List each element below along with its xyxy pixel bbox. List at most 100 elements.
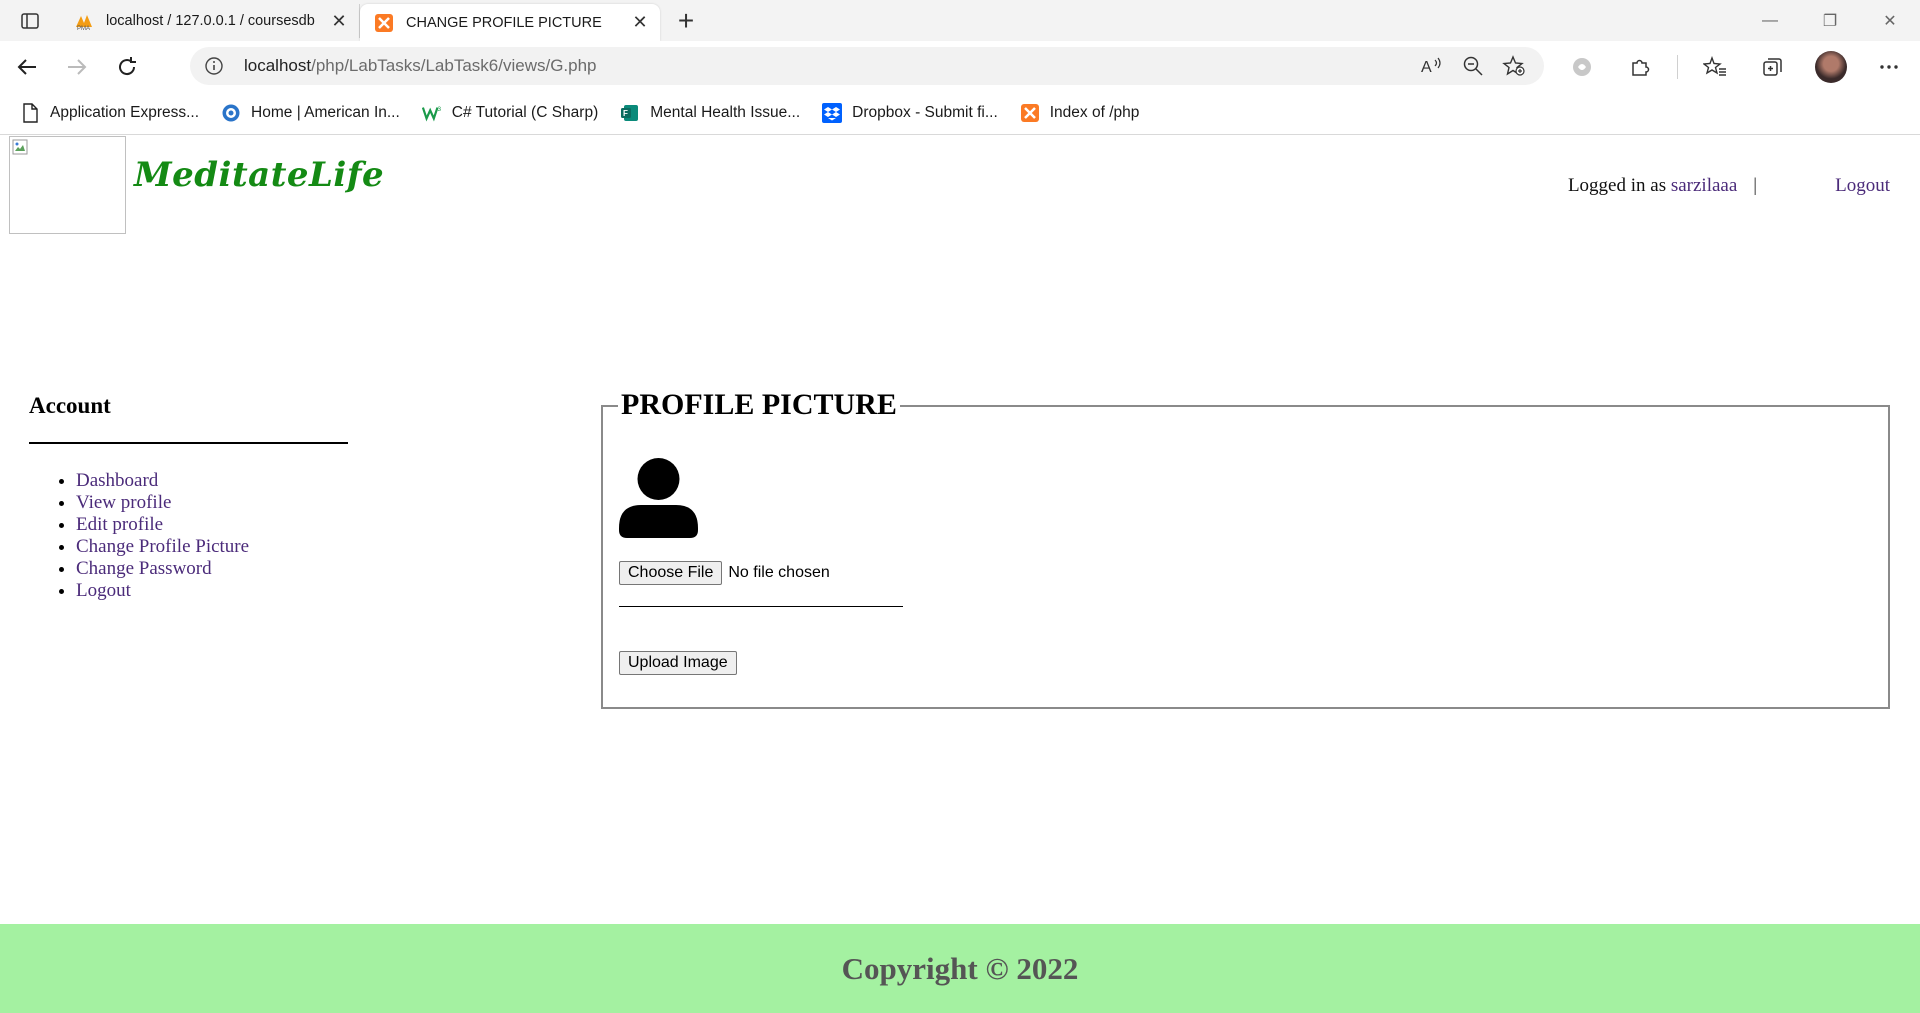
url-text: localhost/php/LabTasks/LabTask6/views/G.… (244, 56, 597, 76)
sidebar-menu: Dashboard View profile Edit profile Chan… (29, 470, 348, 602)
favorites-icon (1703, 55, 1726, 76)
forms-icon: F (620, 103, 640, 123)
header-logout-link[interactable]: Logout (1835, 175, 1890, 197)
browser-toolbar (1561, 41, 1910, 92)
username-link[interactable]: sarzilaaa (1671, 175, 1737, 197)
sidebar-item-change-password: Change Password (76, 558, 348, 580)
settings-more-button[interactable] (1868, 47, 1910, 87)
tab-actions-icon (21, 12, 39, 29)
sidebar-item-view-profile: View profile (76, 492, 348, 514)
window-controls: — ❐ ✕ (1740, 0, 1920, 41)
url-host: localhost (244, 56, 312, 75)
new-tab-button[interactable]: + (666, 3, 706, 39)
tab-actions-button[interactable] (0, 0, 60, 41)
choose-file-button[interactable]: Choose File (619, 561, 723, 585)
browser-tab-bar: PMA localhost / 127.0.0.1 / coursesdb ✕ … (0, 0, 1920, 41)
user-avatar-icon (619, 458, 698, 538)
close-icon[interactable]: ✕ (630, 12, 650, 33)
url-actions: A (1420, 47, 1526, 85)
svg-text:PMA: PMA (77, 26, 90, 31)
profile-button[interactable] (1810, 47, 1852, 87)
sidebar-link-change-password[interactable]: Change Password (76, 558, 212, 579)
logged-in-label: Logged in as (1567, 175, 1667, 196)
form-divider (619, 606, 903, 607)
site-info-icon[interactable] (190, 56, 238, 76)
bookmark-label: Mental Health Issue... (650, 104, 801, 121)
bookmark-item[interactable]: F Mental Health Issue... (620, 103, 800, 123)
bookmark-label: C# Tutorial (C Sharp) (451, 104, 599, 121)
bookmark-item[interactable]: 3 C# Tutorial (C Sharp) (421, 103, 599, 123)
svg-text:F: F (623, 109, 628, 118)
collections-icon (1763, 57, 1782, 76)
sidebar-link-logout[interactable]: Logout (76, 580, 131, 601)
address-bar-row: localhost/php/LabTasks/LabTask6/views/G.… (0, 41, 1920, 92)
sidebar-link-dashboard[interactable]: Dashboard (76, 470, 158, 491)
bookmark-label: Dropbox - Submit fi... (852, 104, 998, 121)
tab-title: CHANGE PROFILE PICTURE (406, 14, 602, 31)
account-sidebar: Account Dashboard View profile Edit prof… (29, 393, 348, 602)
back-arrow-icon (17, 58, 36, 75)
bookmark-item[interactable]: Application Express... (20, 103, 199, 123)
bookmark-item[interactable]: Home | American In... (221, 103, 400, 123)
sidebar-divider (29, 442, 348, 444)
url-field[interactable]: localhost/php/LabTasks/LabTask6/views/G.… (190, 47, 1544, 85)
sidebar-link-edit-profile[interactable]: Edit profile (76, 514, 163, 535)
sidebar-item-dashboard: Dashboard (76, 470, 348, 492)
more-icon (1880, 64, 1898, 69)
forward-button[interactable] (54, 47, 100, 87)
bookmark-label: Index of /php (1049, 104, 1140, 121)
read-aloud-icon[interactable]: A (1420, 55, 1444, 77)
xampp-icon (375, 13, 393, 32)
site-brand-title: MeditateLife (134, 155, 385, 195)
restore-button[interactable]: ❐ (1800, 0, 1860, 41)
header-separator: | (1753, 175, 1758, 196)
form-legend: PROFILE PICTURE (618, 388, 900, 422)
bookmark-label: Home | American In... (251, 104, 400, 121)
add-favorite-icon[interactable] (1502, 55, 1526, 77)
tab-change-profile-picture[interactable]: CHANGE PROFILE PICTURE ✕ (360, 4, 660, 41)
refresh-button[interactable] (104, 47, 150, 87)
file-input: Choose File No file chosen (619, 561, 830, 585)
phpmyadmin-icon: PMA (76, 15, 92, 31)
window-close-button[interactable]: ✕ (1860, 0, 1920, 41)
favorites-button[interactable] (1694, 47, 1736, 87)
copyright-text: Copyright © 2022 (841, 950, 1079, 986)
close-icon[interactable]: ✕ (329, 11, 349, 31)
tab-title: localhost / 127.0.0.1 / coursesdb (106, 13, 315, 29)
globe-icon (221, 103, 241, 123)
extensions-button[interactable] (1619, 47, 1661, 87)
bookmark-item[interactable]: Dropbox - Submit fi... (822, 103, 998, 123)
back-button[interactable] (4, 47, 50, 87)
puzzle-icon (1632, 59, 1650, 76)
extension-button[interactable] (1561, 47, 1603, 87)
url-path: /php/LabTasks/LabTask6/views/G.php (311, 56, 597, 75)
zoom-out-icon[interactable] (1462, 55, 1484, 77)
user-status: Logged in as sarzilaaa | Logout (1568, 175, 1890, 197)
sidebar-title: Account (29, 393, 111, 418)
copilot-icon (1573, 57, 1591, 76)
page-icon (20, 103, 40, 123)
collections-button[interactable] (1752, 47, 1794, 87)
avatar (1815, 50, 1847, 83)
minimize-button[interactable]: — (1740, 0, 1800, 41)
bookmarks-bar: Application Express... Home | American I… (0, 92, 1920, 135)
sidebar-item-change-profile-picture: Change Profile Picture (76, 536, 348, 558)
svg-text:3: 3 (437, 106, 441, 113)
broken-image-icon (12, 139, 28, 155)
web-page: MeditateLife Logged in as sarzilaaa | Lo… (0, 135, 1920, 1013)
sidebar-link-change-profile-picture[interactable]: Change Profile Picture (76, 536, 249, 557)
toolbar-divider (1677, 54, 1678, 79)
w3-icon: 3 (421, 103, 442, 123)
page-footer: Copyright © 2022 (0, 924, 1920, 1013)
sidebar-link-view-profile[interactable]: View profile (76, 492, 171, 513)
profile-picture-form: PROFILE PICTURE Choose File No file chos… (601, 388, 1890, 709)
forward-arrow-icon (68, 58, 87, 75)
sidebar-item-edit-profile: Edit profile (76, 514, 348, 536)
dropbox-icon (822, 103, 843, 123)
tab-phpmyadmin[interactable]: PMA localhost / 127.0.0.1 / coursesdb ✕ (60, 4, 360, 38)
upload-image-button[interactable]: Upload Image (619, 651, 737, 675)
bookmark-item[interactable]: Index of /php (1020, 103, 1140, 123)
sidebar-item-logout: Logout (76, 580, 348, 602)
site-logo-image (9, 136, 126, 234)
svg-text:A: A (1421, 59, 1432, 76)
